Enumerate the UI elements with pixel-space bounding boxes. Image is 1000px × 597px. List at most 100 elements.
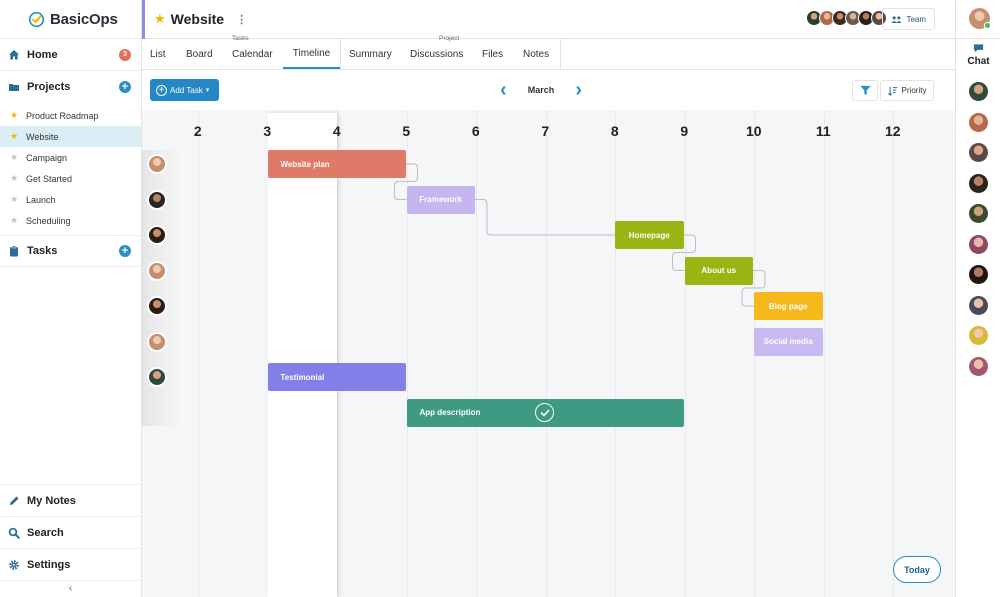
tab-label: Notes xyxy=(523,48,550,60)
sidebar-item-label: My Notes xyxy=(27,494,76,507)
chat-bubble-icon[interactable] xyxy=(973,43,984,53)
star-icon[interactable]: ★ xyxy=(10,131,19,142)
chat-contact-avatar[interactable] xyxy=(969,173,988,193)
project-label: Product Roadmap xyxy=(26,110,99,121)
star-icon[interactable]: ★ xyxy=(10,152,19,163)
chat-label: Chat xyxy=(967,56,990,67)
assignee-avatar[interactable] xyxy=(147,189,167,210)
priority-sort-button[interactable]: Priority xyxy=(880,80,934,101)
project-item-active[interactable]: ★ Website xyxy=(0,126,141,147)
filter-button[interactable] xyxy=(852,80,878,101)
day-header: 13 xyxy=(942,123,955,139)
sidebar-item-settings[interactable]: Settings xyxy=(0,548,141,580)
project-item[interactable]: ★ Campaign xyxy=(0,147,141,168)
project-label: Campaign xyxy=(26,152,68,163)
star-icon[interactable]: ★ xyxy=(10,173,19,184)
pencil-icon xyxy=(8,495,20,507)
chat-contact-avatar[interactable] xyxy=(969,326,988,345)
task-bar[interactable]: Framework xyxy=(406,185,475,214)
star-icon[interactable]: ★ xyxy=(10,194,19,205)
chat-contact-avatar[interactable] xyxy=(969,356,988,376)
project-header: ★ Website ⋮ Team xyxy=(142,0,955,39)
assignee-avatar[interactable] xyxy=(147,225,167,245)
tab-board[interactable]: Board xyxy=(186,39,213,69)
project-label: Scheduling xyxy=(26,215,71,226)
star-icon[interactable]: ★ xyxy=(10,215,19,226)
sidebar-item-my-notes[interactable]: My Notes xyxy=(0,484,141,516)
day-header: 6 xyxy=(471,123,480,139)
task-bar[interactable]: About us xyxy=(684,256,753,285)
notification-count-badge: 3 xyxy=(119,48,131,61)
sidebar-item-tasks[interactable]: Tasks + xyxy=(0,235,141,267)
add-task-button[interactable]: + Add Task ▾ xyxy=(150,79,219,101)
star-icon[interactable]: ★ xyxy=(154,11,166,27)
chat-contact-avatar[interactable] xyxy=(969,143,988,162)
task-bar[interactable]: Blog page xyxy=(754,292,823,320)
search-icon xyxy=(8,527,20,539)
day-header: 11 xyxy=(815,123,831,139)
tab-label: Calendar xyxy=(232,48,273,60)
task-bar[interactable]: Homepage xyxy=(615,221,684,249)
rail-divider xyxy=(956,38,1000,39)
task-bar[interactable]: Website plan xyxy=(267,150,406,178)
project-item[interactable]: ★ Product Roadmap xyxy=(0,105,141,126)
tab-calendar[interactable]: Calendar xyxy=(232,39,273,69)
project-item[interactable]: ★ Get Started xyxy=(0,168,141,189)
today-button[interactable]: Today xyxy=(893,556,941,583)
task-name: About us xyxy=(701,266,737,275)
project-item[interactable]: ★ Launch xyxy=(0,189,141,210)
sidebar-item-projects[interactable]: Projects + xyxy=(0,70,141,102)
task-bar[interactable]: Testimonial xyxy=(267,363,406,391)
collapse-sidebar-button[interactable]: ‹ xyxy=(0,580,141,597)
assignee-avatar[interactable] xyxy=(147,331,167,352)
prev-month-button[interactable]: ‹ xyxy=(500,80,507,100)
sidebar-bottom: My Notes Search Settings ‹ xyxy=(0,484,141,597)
day-header: 9 xyxy=(680,123,689,139)
chat-contact-avatar[interactable] xyxy=(969,295,988,315)
sidebar-item-search[interactable]: Search xyxy=(0,516,141,548)
tab-summary[interactable]: Summary xyxy=(349,39,392,69)
tab-files[interactable]: Files xyxy=(482,39,503,69)
chat-contact-avatar[interactable] xyxy=(969,234,988,254)
next-month-button[interactable]: › xyxy=(575,80,582,100)
add-task-sidebar-button[interactable]: + xyxy=(119,245,131,257)
member-avatars[interactable] xyxy=(806,10,887,26)
day-header: 7 xyxy=(541,123,550,139)
task-name: Blog page xyxy=(768,301,808,311)
project-item[interactable]: ★ Scheduling xyxy=(0,210,141,231)
team-button[interactable]: Team xyxy=(882,8,935,30)
basicops-logo-icon xyxy=(28,11,45,27)
project-list: ★ Product Roadmap ★ Website ★ Campaign ★… xyxy=(0,102,141,235)
day-header: 2 xyxy=(193,123,202,139)
task-bar[interactable]: Social media xyxy=(754,327,823,356)
assignee-avatar[interactable] xyxy=(147,367,167,387)
tab-notes[interactable]: Notes xyxy=(523,39,549,69)
brand-logo[interactable]: BasicOps xyxy=(0,0,141,38)
tab-label: Discussions xyxy=(410,48,464,60)
star-icon[interactable]: ★ xyxy=(10,110,19,121)
project-menu-button[interactable]: ⋮ xyxy=(236,13,247,26)
sidebar-item-home[interactable]: Home 3 xyxy=(0,38,141,70)
plus-circle-icon: + xyxy=(156,84,167,96)
chat-contact-avatar[interactable] xyxy=(969,112,988,132)
chat-contact-avatar[interactable] xyxy=(969,265,988,284)
app-root: BasicOps Home 3 Projects + ★ Product Roa… xyxy=(0,0,1000,597)
tab-discussions[interactable]: Discussions xyxy=(410,39,463,69)
month-navigator: ‹ March › xyxy=(500,80,582,100)
assignee-avatar[interactable] xyxy=(147,296,167,316)
assignee-avatar[interactable] xyxy=(147,154,167,174)
month-label: March xyxy=(527,85,555,95)
chevron-down-icon: ▾ xyxy=(205,87,210,94)
sidebar-item-label: Home xyxy=(27,48,58,61)
tab-label: Board xyxy=(186,48,213,60)
task-name: App description xyxy=(419,408,481,417)
tab-list[interactable]: List xyxy=(150,39,166,69)
completed-check-icon[interactable] xyxy=(535,403,554,422)
task-bar[interactable]: App description xyxy=(406,398,684,427)
chat-contact-avatar[interactable] xyxy=(969,82,988,101)
chat-contact-avatar[interactable] xyxy=(969,204,988,223)
add-project-button[interactable]: + xyxy=(119,80,131,93)
sidebar-item-label: Settings xyxy=(27,558,71,571)
assignee-avatar[interactable] xyxy=(147,260,167,281)
tab-timeline[interactable]: Timeline xyxy=(283,39,340,69)
